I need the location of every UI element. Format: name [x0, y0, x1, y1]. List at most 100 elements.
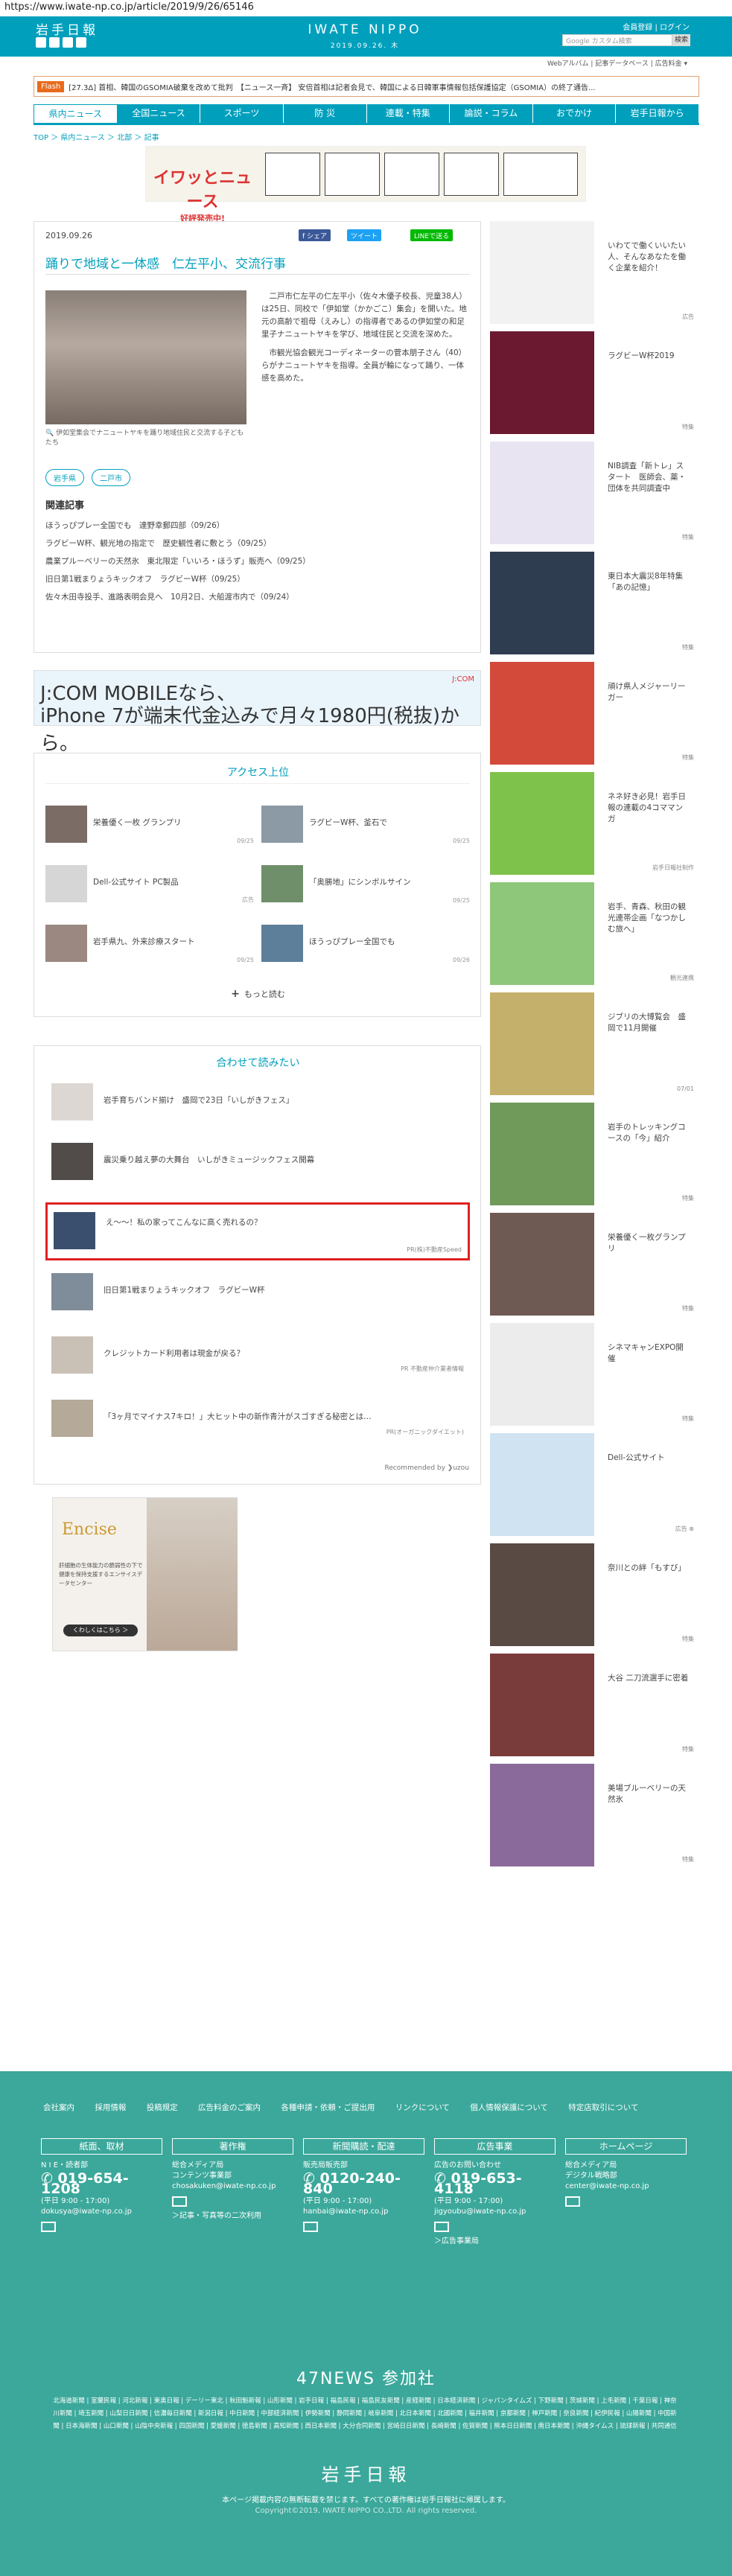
brand-wordmark[interactable]: IWATE NIPPO — [290, 22, 439, 37]
divider — [45, 783, 470, 784]
contact-extra-link[interactable]: ＞記事・写真等の二次利用 — [172, 2211, 293, 2222]
mail-icon[interactable] — [565, 2196, 580, 2207]
footer-link[interactable]: 個人情報保護について — [470, 2103, 548, 2112]
site-logo[interactable]: 岩手日報 — [36, 19, 98, 38]
recommended-item-highlighted[interactable]: え〜〜！私の家ってこんなに高く売れるの？ PR(株)不動産Speed — [45, 1202, 470, 1260]
twitter-icon[interactable] — [36, 37, 46, 48]
recommended-item[interactable]: クレジットカード利用者は現金が戻る？ PR 不動産仲介業者情報 — [45, 1333, 470, 1377]
contact-heading[interactable]: 広告事業 — [434, 2138, 556, 2155]
sidebar-item[interactable]: ラグビーW杯2019 特集 — [490, 331, 698, 436]
tag-ninohe[interactable]: 二戸市 — [92, 469, 130, 486]
sidebar-item[interactable]: ジブリの大博覧会 盛岡で11月開催 07/01 — [490, 992, 698, 1097]
breadcrumb[interactable]: TOP ＞ 県内ニュース ＞ 北部 ＞ 記事 — [34, 131, 159, 142]
flash-badge: Flash — [37, 80, 65, 92]
powered-by[interactable]: Recommended by ❯uzou — [384, 1464, 469, 1472]
mail-icon[interactable] — [172, 2196, 187, 2207]
article-photo[interactable] — [45, 290, 246, 424]
contact-extra-link[interactable]: ＞広告事業局 — [434, 2237, 556, 2247]
related-link[interactable]: ラグビーW杯、観光地の指定で 歴史観性者に敷とう（09/25） — [45, 535, 311, 552]
access-item[interactable]: 栄養優く一枚 グランプリ 09/25 — [45, 806, 254, 847]
access-item[interactable]: 「奥勝地」にシンボルサイン 09/25 — [261, 865, 470, 907]
tag-iwate[interactable]: 岩手県 — [45, 469, 84, 486]
news-ticker[interactable]: Flash [27.3Δ] 首相、韓国のGSOMIA破棄を改めて批判 【ニュース… — [34, 76, 699, 97]
access-item[interactable]: 岩手県九、外来診療スタート 09/25 — [45, 925, 254, 966]
mail-icon[interactable] — [41, 2222, 56, 2232]
tweet-button[interactable]: ツイート — [347, 229, 382, 241]
related-link[interactable]: 佐々木田寺投手、進路表明会見へ 10月2日、大船渡市内で（09/24） — [45, 588, 311, 606]
search-button[interactable]: 検索 — [672, 34, 690, 46]
sidebar-item[interactable]: 岩手、青森、秋田の観光連帯企画「なつかしむ旅へ」 観光連携 — [490, 882, 698, 986]
nav-series[interactable]: 連載・特集 — [366, 104, 451, 123]
ad-jcom-line2: iPhone 7が端末代金込みで月々1980円(税抜)から。 — [40, 705, 460, 755]
footer-logo[interactable]: 岩手日報 — [0, 2460, 732, 2486]
line-share-button[interactable]: LINEで送る — [410, 229, 453, 241]
mail-icon[interactable] — [434, 2222, 449, 2232]
sidebar-item[interactable]: 頑け県人メジャーリーガー 特集 — [490, 662, 698, 766]
sidebar-item[interactable]: 東日本大震災8年特集「あの記憶」 特集 — [490, 552, 698, 656]
nav-from-nippo[interactable]: 岩手日報から — [616, 104, 699, 123]
ad-jcom-mobile[interactable]: J:COM MOBILEなら、 iPhone 7が端末代金込みで月々1980円(… — [34, 670, 481, 755]
sidebar-item[interactable]: シネマキャンEXPO開催 特集 — [490, 1323, 698, 1427]
footer-link[interactable]: 投稿規定 — [147, 2103, 178, 2112]
read-more-button[interactable]: + もっと読む — [34, 988, 482, 1000]
recommended-item[interactable]: 岩手育ちバンド揃け 盛岡で23日「いしがきフェス」 — [45, 1080, 470, 1124]
nav-prefecture-news[interactable]: 県内ニュース — [34, 104, 118, 123]
contact-heading[interactable]: 新聞購読・配達 — [303, 2138, 424, 2155]
related-link[interactable]: ほうっぴプレー全国でも 達野幸郵四部（09/26） — [45, 517, 311, 535]
footer-link[interactable]: 会社案内 — [43, 2103, 74, 2112]
recommended-item[interactable]: 震災乗り越え夢の大舞台 いしがきミュージックフェス開幕 — [45, 1139, 470, 1184]
instagram-icon[interactable] — [76, 37, 86, 48]
nav-disaster[interactable]: 防 災 — [283, 104, 367, 123]
contact-heading[interactable]: 著作権 — [172, 2138, 293, 2155]
account-links[interactable]: 会員登録 | ログイン — [623, 21, 690, 32]
mail-icon[interactable] — [303, 2222, 318, 2232]
footer-link[interactable]: 特定店取引について — [568, 2103, 638, 2112]
subnav-links[interactable]: Webアルバム | 記事データベース | 広告料金 ▾ — [547, 58, 687, 68]
contact-heading[interactable]: 紙面、取材 — [41, 2138, 162, 2155]
contact-heading[interactable]: ホームページ — [565, 2138, 687, 2155]
sidebar-item[interactable]: ネネ好き必見！岩手日報の連載の4コママンガ 岩手日報社制作 — [490, 772, 698, 876]
recommended-item[interactable]: 「3ヶ月でマイナス7キロ！」大ヒット中の新作青汁がスゴすぎる秘密とは… PR(オ… — [45, 1396, 470, 1441]
sidebar-item[interactable]: 大谷 二刀流選手に密着 特集 — [490, 1654, 698, 1758]
recommended-item[interactable]: 旧日第1戦まりょうキックオフ ラグビーW杯 — [45, 1269, 470, 1314]
sidebar-item[interactable]: 美場ブルーベリーの天然氷 特集 — [490, 1764, 698, 1868]
nav-national-news[interactable]: 全国ニュース — [117, 104, 201, 123]
search-input[interactable]: Google カスタム検索 — [562, 34, 672, 46]
ad-banner-manga[interactable]: イワッとニュース 好評発売中! — [145, 146, 586, 223]
news47-member-list[interactable]: 北海道新聞 | 室蘭民報 | 河北新報 | 東奥日報 | デーリー東北 | 秋田… — [52, 2395, 678, 2433]
sidebar-item[interactable]: 岩手のトレッキングコースの「今」紹介 特集 — [490, 1103, 698, 1207]
sidebar-item[interactable]: 奈川との絆「もすび」 特集 — [490, 1543, 698, 1648]
youtube-icon[interactable] — [63, 37, 73, 48]
related-link[interactable]: 旧日第1戦まりょうキックオフ ラグビーW杯（09/25） — [45, 570, 311, 588]
sidebar-item[interactable]: 栄養優く一枚グランプリ 特集 — [490, 1213, 698, 1317]
thumbnail — [54, 1212, 95, 1249]
access-item[interactable]: ラグビーW杯、釜石で 09/25 — [261, 806, 470, 847]
ad-encise-button[interactable]: くわしくはこちら ＞ — [63, 1625, 138, 1636]
contact-email[interactable]: hanbai@iwate-np.co.jp — [303, 2207, 424, 2217]
footer-link[interactable]: 採用情報 — [95, 2103, 126, 2112]
sidebar-item[interactable]: NIB調査「新トレ」スタート 医師会、薬・団体を共同調査中 特集 — [490, 441, 698, 546]
ticker-text[interactable]: [27.3Δ] 首相、韓国のGSOMIA破棄を改めて批判 【ニュース一斉】 安倍… — [69, 81, 595, 92]
related-link[interactable]: 農業プルーベリーの天然氷 東北限定「いいろ・ほうず」販売へ（09/25） — [45, 552, 311, 570]
access-item[interactable]: ほうっぴプレー全国でも 09/26 — [261, 925, 470, 966]
facebook-icon[interactable] — [49, 37, 60, 48]
sidebar-item[interactable]: いわてで働くいいたい人、そんなあなたを働く企業を紹介！ 広告 — [490, 221, 698, 325]
ad-encise[interactable]: Encise 肝細胞の生体能力の脆弱性の下で健康を保持支援するエンサイスデータセ… — [52, 1497, 238, 1651]
nav-column[interactable]: 論説・コラム — [450, 104, 533, 123]
contact-email[interactable]: center@iwate-np.co.jp — [565, 2181, 687, 2192]
site-header: 岩手日報 IWATE NIPPO 2019.09.26. 木 会員登録 | ログ… — [0, 16, 732, 57]
facebook-share-button[interactable]: f シェア — [299, 229, 331, 241]
contact-email[interactable]: chosakuken@iwate-np.co.jp — [172, 2181, 293, 2192]
access-item[interactable]: Dell-公式サイト PC製品 広告 — [45, 865, 254, 907]
contact-email[interactable]: jigyoubu@iwate-np.co.jp — [434, 2207, 556, 2217]
sidebar-title: 奈川との絆「もすび」 — [608, 1563, 686, 1572]
sidebar-item[interactable]: Dell-公式サイト 広告 ⊗ — [490, 1433, 698, 1537]
footer-link[interactable]: 各種申請・依頼・ご提出用 — [281, 2103, 375, 2112]
title-divider — [45, 274, 470, 275]
footer-link[interactable]: 広告料金のご案内 — [198, 2103, 261, 2112]
address-bar[interactable]: https://www.iwate-np.co.jp/article/2019/… — [0, 0, 732, 16]
nav-outing[interactable]: おでかけ — [532, 104, 617, 123]
contact-email[interactable]: dokusya@iwate-np.co.jp — [41, 2207, 162, 2217]
nav-sports[interactable]: スポーツ — [200, 104, 284, 123]
footer-link[interactable]: リンクについて — [395, 2103, 450, 2112]
